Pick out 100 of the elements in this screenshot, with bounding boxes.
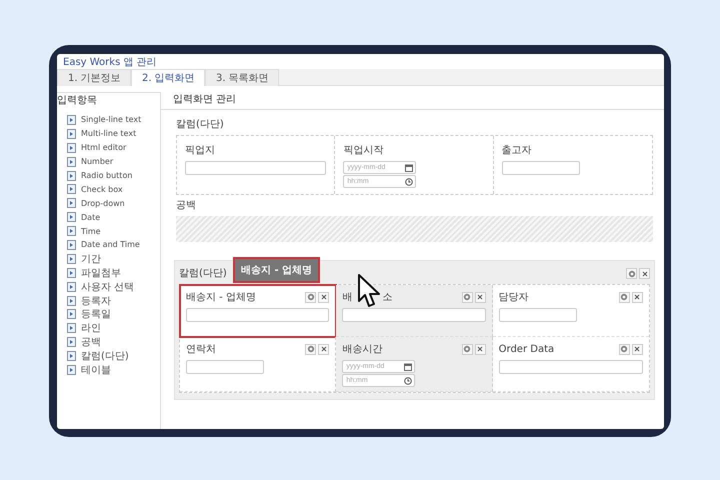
text-field[interactable] <box>342 308 486 322</box>
palette-item[interactable]: 칼럼(다단) <box>67 349 160 364</box>
palette-item[interactable]: 파일첨부 <box>67 266 160 280</box>
form-cell[interactable]: 연락처 <box>180 337 336 392</box>
item-label: Check box <box>81 184 123 194</box>
item-label: 등록일 <box>81 308 111 322</box>
item-label: 등록자 <box>81 294 111 308</box>
text-field[interactable] <box>498 360 643 374</box>
tab[interactable]: 3. 목록화면 <box>205 69 279 86</box>
document-icon <box>67 226 76 236</box>
settings-button[interactable] <box>618 344 630 354</box>
item-label: Drop-down <box>81 198 125 208</box>
text-field[interactable] <box>498 308 577 322</box>
settings-button[interactable] <box>462 292 473 302</box>
close-button[interactable] <box>639 268 650 279</box>
text-field[interactable] <box>185 161 326 175</box>
close-button[interactable] <box>474 292 486 302</box>
item-label: Single-line text <box>81 115 142 124</box>
form-cell[interactable]: Order Data <box>492 337 649 392</box>
palette-item[interactable]: 공백 <box>67 335 160 350</box>
text-field[interactable] <box>502 161 580 175</box>
item-label: Radio button <box>81 171 132 180</box>
item-label: 사용자 선택 <box>81 280 134 294</box>
palette-item[interactable]: Time <box>67 224 160 238</box>
document-icon <box>67 351 76 362</box>
document-icon <box>67 128 76 139</box>
field-label: 배송시간 <box>342 343 382 356</box>
palette-item[interactable]: Date and Time <box>67 238 160 252</box>
close-icon <box>477 346 484 352</box>
document-icon <box>67 184 76 194</box>
palette-item[interactable]: Number <box>67 154 160 169</box>
settings-button[interactable] <box>462 344 473 354</box>
palette-item[interactable]: 라인 <box>67 321 160 336</box>
drag-preview: 배송지 - 업체명 <box>233 257 320 283</box>
settings-icon <box>306 293 315 301</box>
form-cell[interactable]: 배 소 <box>336 285 493 337</box>
form-cell[interactable]: 픽업지 <box>177 136 336 194</box>
settings-button[interactable] <box>305 292 316 302</box>
settings-button[interactable] <box>618 292 630 302</box>
palette-item[interactable]: 사용자 선택 <box>67 280 160 294</box>
text-field[interactable] <box>186 308 330 322</box>
document-icon <box>67 254 76 264</box>
palette-item[interactable]: Check box <box>67 182 160 196</box>
section-title: 칼럼(다단) <box>179 267 227 281</box>
close-icon <box>320 346 327 352</box>
close-button[interactable] <box>632 344 643 354</box>
settings-icon <box>628 270 636 278</box>
close-button[interactable] <box>318 344 330 354</box>
settings-button[interactable] <box>626 268 637 279</box>
close-button[interactable] <box>474 344 486 354</box>
palette-item[interactable]: Html editor <box>67 140 160 155</box>
section-title: 칼럼(다단) <box>176 118 224 132</box>
settings-icon <box>620 293 628 301</box>
document-icon <box>67 114 76 125</box>
item-label: Date <box>81 212 100 222</box>
palette-item[interactable]: 등록자 <box>67 294 160 308</box>
settings-button[interactable] <box>305 344 316 354</box>
palette-item[interactable]: 등록일 <box>67 307 160 322</box>
item-label: 파일첨부 <box>81 266 121 280</box>
item-label: 테이블 <box>81 364 111 377</box>
item-label: 공백 <box>81 336 101 350</box>
palette-item[interactable]: Single-line text <box>67 113 160 127</box>
item-label: 라인 <box>81 322 101 336</box>
form-cell[interactable]: 출고자 <box>494 136 652 194</box>
panel-title: 입력화면 관리 <box>161 88 664 110</box>
close-icon <box>477 294 484 300</box>
field-label: 출고자 <box>502 144 532 157</box>
document-icon <box>67 240 76 250</box>
settings-icon <box>463 345 472 353</box>
text-field[interactable] <box>186 360 264 374</box>
item-label: Html editor <box>81 143 126 152</box>
field-label: 배 <box>342 291 352 304</box>
palette-item[interactable]: Multi-line text <box>67 126 160 141</box>
tab[interactable]: 2. 입력화면 <box>131 69 205 86</box>
field-label: 연락처 <box>186 343 216 356</box>
document-icon <box>67 268 76 278</box>
close-icon <box>642 270 648 276</box>
calendar-icon <box>404 362 412 370</box>
palette-item[interactable]: Date <box>67 210 160 224</box>
document-icon <box>67 198 76 208</box>
document-icon <box>67 309 76 320</box>
tab[interactable]: 1. 기본정보 <box>57 69 131 86</box>
close-button[interactable] <box>632 292 643 302</box>
document-icon <box>67 323 76 334</box>
clock-icon <box>404 376 412 384</box>
palette-item[interactable]: 기간 <box>67 252 160 266</box>
section-title: 공백 <box>176 199 197 213</box>
palette-item[interactable]: 테이블 <box>67 363 160 377</box>
close-button[interactable] <box>318 292 330 302</box>
palette-item[interactable]: Radio button <box>67 168 160 182</box>
item-label: 기간 <box>81 252 101 266</box>
app-title: Easy Works 앱 관리 <box>62 56 158 69</box>
form-cell[interactable]: 담당자 <box>492 285 649 337</box>
form-cell[interactable]: 배송지 - 업체명 <box>180 285 336 337</box>
field-label: 배송지 - 업체명 <box>186 291 256 304</box>
close-icon <box>634 294 640 300</box>
palette-item[interactable]: Drop-down <box>67 196 160 210</box>
close-icon <box>320 294 327 300</box>
document-icon <box>67 170 76 180</box>
panel-title: 입력항목 <box>57 94 98 108</box>
